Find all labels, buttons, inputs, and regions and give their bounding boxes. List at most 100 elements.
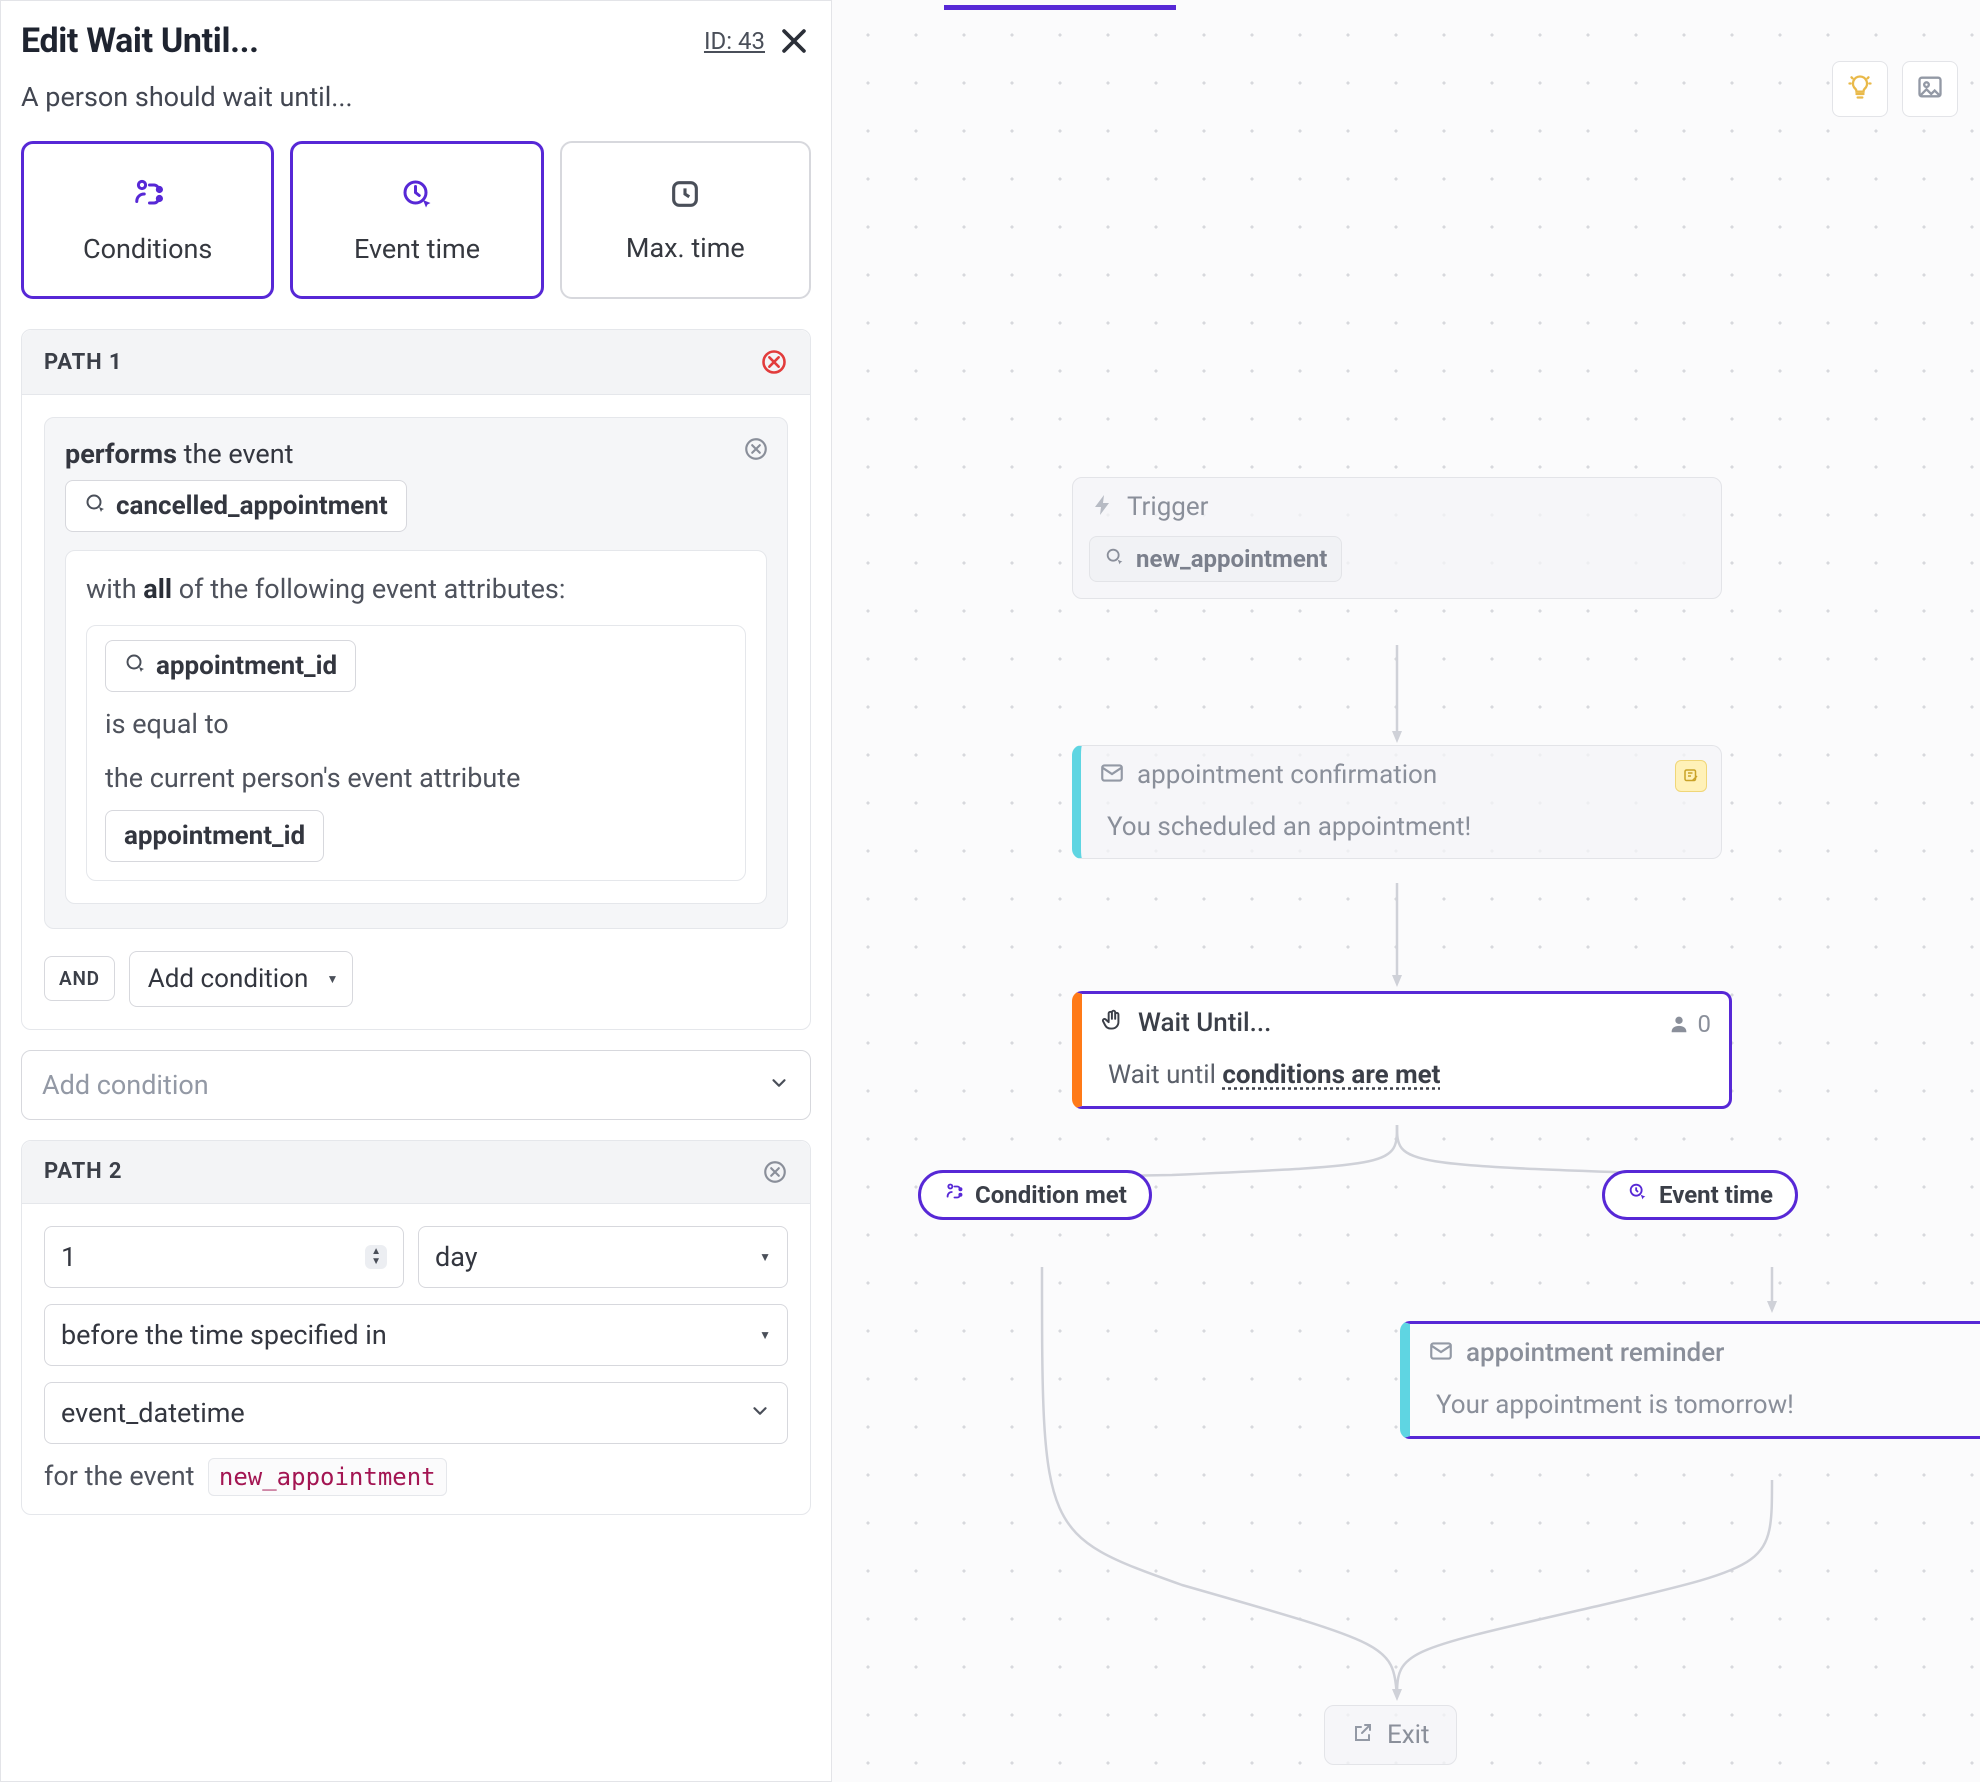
path-2: PATH 2 1 ▲ ▼ day ▼ <box>21 1140 811 1515</box>
cursor-clock-icon <box>1627 1181 1649 1209</box>
option-max-time-label: Max. time <box>626 232 745 264</box>
attr-intro-suffix: of the following event attributes: <box>172 573 565 605</box>
email-confirmation-node[interactable]: appointment confirmation You scheduled a… <box>1072 745 1722 859</box>
remove-path-2-icon[interactable] <box>762 1159 788 1185</box>
relation-select[interactable]: before the time specified in ▼ <box>44 1304 788 1366</box>
trigger-event-chip[interactable]: new_appointment <box>1089 536 1342 582</box>
wait-sub-emphasis: conditions are met <box>1222 1060 1440 1090</box>
path-1: PATH 1 performs the event <box>21 329 811 1030</box>
event-chip[interactable]: cancelled_appointment <box>65 480 407 532</box>
attr-intro-prefix: with <box>86 573 143 605</box>
panel-title: Edit Wait Until... <box>21 21 259 61</box>
wait-sub-prefix: Wait until <box>1108 1060 1222 1090</box>
branch-left-label: Condition met <box>975 1181 1127 1209</box>
attr-intro-bold: all <box>143 573 172 605</box>
attribute-chip[interactable]: appointment_id <box>105 640 356 692</box>
image-icon <box>1916 73 1944 105</box>
chevron-down-icon <box>768 1069 790 1101</box>
step-down-icon[interactable]: ▼ <box>371 1257 381 1267</box>
option-conditions-label: Conditions <box>83 233 212 265</box>
caret-down-icon: ▼ <box>326 972 338 986</box>
wait-until-node[interactable]: Wait Until... 0 Wait until conditions ar… <box>1072 991 1732 1109</box>
reference-attribute[interactable]: appointment_id <box>105 810 324 862</box>
number-stepper[interactable]: ▲ ▼ <box>365 1245 387 1269</box>
mail-icon <box>1428 1338 1454 1368</box>
wait-people-count: 0 <box>1668 1010 1712 1038</box>
image-button[interactable] <box>1902 61 1958 117</box>
connector-wires <box>832 5 1980 1782</box>
performs-suffix: the event <box>177 438 294 470</box>
add-path-condition-select[interactable]: Add condition <box>21 1050 811 1120</box>
hand-icon <box>1100 1008 1126 1038</box>
cursor-icon <box>1104 546 1126 572</box>
path-2-header: PATH 2 <box>22 1141 810 1204</box>
note-icon[interactable] <box>1675 760 1707 792</box>
wait-title: Wait Until... <box>1138 1008 1271 1038</box>
trigger-title: Trigger <box>1127 492 1209 522</box>
email1-title: appointment confirmation <box>1137 760 1437 790</box>
operator-text: is equal to <box>105 704 727 746</box>
cursor-icon <box>124 652 148 680</box>
path-1-header: PATH 1 <box>22 330 810 395</box>
branch-condition-met[interactable]: Condition met <box>918 1170 1152 1220</box>
option-conditions[interactable]: Conditions <box>21 141 274 299</box>
close-icon[interactable] <box>777 24 811 58</box>
edit-panel: Edit Wait Until... ID: 43 A person shoul… <box>0 0 832 1782</box>
add-path-condition-placeholder: Add condition <box>42 1069 209 1101</box>
number-input[interactable]: 1 ▲ ▼ <box>44 1226 404 1288</box>
cursor-clock-icon <box>399 176 435 219</box>
workflow-canvas[interactable]: Trigger new_appointment appointment conf… <box>832 0 1980 1782</box>
idea-button[interactable] <box>1832 61 1888 117</box>
reference-text: the current person's event attribute <box>105 758 727 800</box>
email2-subtitle: Your appointment is tomorrow! <box>1410 1382 1980 1436</box>
canvas-toolbar <box>1832 61 1958 117</box>
for-event-prefix: for the event <box>44 1460 194 1492</box>
option-event-time[interactable]: Event time <box>290 141 543 299</box>
attribute-select[interactable]: event_datetime <box>44 1382 788 1444</box>
trigger-event-name: new_appointment <box>1136 545 1327 573</box>
caret-down-icon: ▼ <box>759 1250 771 1264</box>
option-event-time-label: Event time <box>354 233 480 265</box>
person-branch-icon <box>943 1181 965 1209</box>
person-branch-icon <box>130 176 166 219</box>
add-condition-label: Add condition <box>148 964 309 994</box>
trigger-node[interactable]: Trigger new_appointment <box>1072 477 1722 599</box>
performs-label: performs <box>65 438 177 470</box>
and-pill[interactable]: AND <box>44 956 115 1001</box>
event-name: cancelled_appointment <box>116 491 388 521</box>
chevron-down-icon <box>749 1400 771 1426</box>
unit-label: day <box>435 1241 478 1273</box>
exit-node[interactable]: Exit <box>1324 1705 1457 1765</box>
email1-subtitle: You scheduled an appointment! <box>1081 804 1721 858</box>
bolt-icon <box>1091 493 1115 521</box>
path-2-title: PATH 2 <box>44 1159 122 1184</box>
path-1-title: PATH 1 <box>44 350 122 375</box>
id-link[interactable]: ID: 43 <box>704 27 765 55</box>
wait-subtitle: Wait until conditions are met <box>1082 1052 1729 1106</box>
exit-label: Exit <box>1387 1720 1430 1750</box>
attribute-name: appointment_id <box>156 651 337 681</box>
delete-path-1-icon[interactable] <box>760 348 788 376</box>
attribute-inner: appointment_id is equal to the current p… <box>86 625 746 881</box>
clock-icon <box>668 177 702 218</box>
attribute-box: with all of the following event attribut… <box>65 550 767 904</box>
remove-condition-icon[interactable] <box>743 436 769 462</box>
option-tabs: Conditions Event time Max. time <box>21 141 811 299</box>
for-event-name: new_appointment <box>208 1458 447 1496</box>
relation-label: before the time specified in <box>61 1319 387 1351</box>
wait-count: 0 <box>1698 1010 1712 1038</box>
option-max-time[interactable]: Max. time <box>560 141 811 299</box>
condition-card: performs the event cancelled_appointment… <box>44 417 788 929</box>
attribute-label: event_datetime <box>61 1397 245 1429</box>
branch-event-time[interactable]: Event time <box>1602 1170 1798 1220</box>
caret-down-icon: ▼ <box>759 1328 771 1342</box>
number-value: 1 <box>61 1241 76 1273</box>
email2-title: appointment reminder <box>1466 1338 1724 1368</box>
unit-select[interactable]: day ▼ <box>418 1226 788 1288</box>
mail-icon <box>1099 760 1125 790</box>
panel-subtitle: A person should wait until... <box>21 81 811 113</box>
lightbulb-icon <box>1846 73 1874 105</box>
add-condition-dropdown[interactable]: Add condition ▼ <box>129 951 354 1007</box>
cursor-icon <box>84 492 108 520</box>
email-reminder-node[interactable]: appointment reminder Your appointment is… <box>1400 1321 1980 1439</box>
